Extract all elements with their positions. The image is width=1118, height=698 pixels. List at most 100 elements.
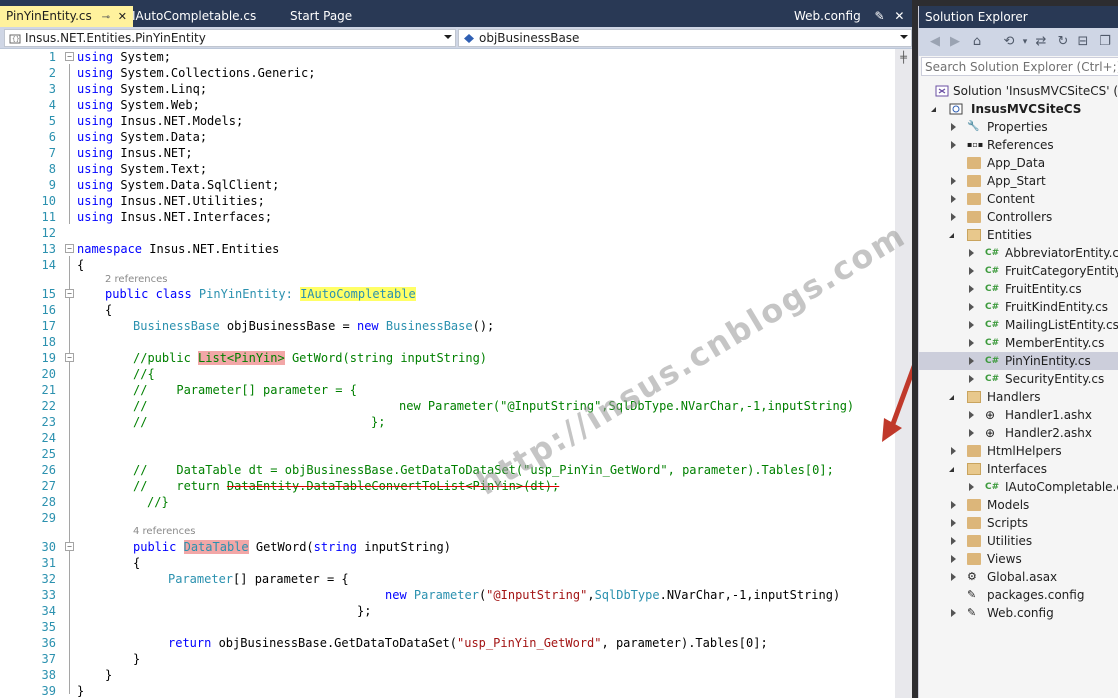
expand-arrow-icon[interactable]: [969, 303, 974, 311]
tree-item[interactable]: C# IAutoCompletable.cs: [919, 478, 1118, 496]
tree-item[interactable]: C# MemberEntity.cs: [919, 334, 1118, 352]
tree-item-label: App_Start: [987, 174, 1046, 188]
folder-icon: [967, 175, 981, 187]
expand-arrow-icon[interactable]: [951, 519, 956, 527]
folder-icon: [967, 535, 981, 547]
back-icon[interactable]: ◀: [927, 34, 943, 50]
collapse-icon[interactable]: −: [65, 52, 74, 61]
tree-item[interactable]: ✎ packages.config: [919, 586, 1118, 604]
solution-explorer-toolbar: ◀ ▶ ⌂ ⟲ ▾ ⇄ ↻ ⊟ ❐: [919, 28, 1118, 56]
expand-arrow-icon[interactable]: [969, 321, 974, 329]
tab-start-page[interactable]: Start Page: [284, 6, 358, 27]
globe-icon: ⊕: [985, 426, 996, 440]
tree-item[interactable]: Utilities: [919, 532, 1118, 550]
expand-arrow-icon[interactable]: [951, 573, 956, 581]
history-icon[interactable]: ⟲: [1001, 34, 1017, 50]
tree-item[interactable]: C# SecurityEntity.cs: [919, 370, 1118, 388]
collapse-icon[interactable]: −: [65, 542, 74, 551]
expand-arrow-icon[interactable]: [951, 195, 956, 203]
collapse-icon[interactable]: −: [65, 289, 74, 298]
project-node[interactable]: InsusMVCSiteCS: [919, 100, 1118, 118]
tab-web-config[interactable]: Web.config ✎ ✕ ▾: [788, 6, 926, 27]
tree-item[interactable]: App_Data: [919, 154, 1118, 172]
expand-arrow-icon[interactable]: [969, 285, 974, 293]
tree-item[interactable]: C# PinYinEntity.cs: [919, 352, 1118, 370]
tree-item[interactable]: Entities: [919, 226, 1118, 244]
show-all-files-icon[interactable]: ❐: [1097, 34, 1113, 50]
pin-icon[interactable]: ⊸: [102, 12, 110, 23]
tree-item[interactable]: App_Start: [919, 172, 1118, 190]
line-number: 31: [41, 556, 56, 570]
type-dropdown[interactable]: {} Insus.NET.Entities.PinYinEntity: [4, 29, 456, 47]
tab-iautocompletable[interactable]: IAutoCompletable.cs: [126, 6, 262, 27]
split-window-icon[interactable]: ╪: [897, 51, 910, 65]
expand-arrow-icon[interactable]: [951, 501, 956, 509]
tree-item[interactable]: C# MailingListEntity.cs: [919, 316, 1118, 334]
expand-arrow-icon[interactable]: [969, 429, 974, 437]
expand-arrow-icon[interactable]: [969, 267, 974, 275]
pin-icon[interactable]: ✎: [875, 9, 885, 23]
expand-arrow-icon[interactable]: [949, 233, 954, 238]
expand-arrow-icon[interactable]: [951, 537, 956, 545]
chevron-down-icon[interactable]: ▾: [1017, 34, 1033, 50]
collapse-all-icon[interactable]: ⊟: [1075, 34, 1091, 50]
expand-arrow-icon[interactable]: [949, 467, 954, 472]
line-number: 29: [41, 511, 56, 525]
tree-item-label: Handler2.ashx: [1005, 426, 1093, 440]
tree-item[interactable]: 🔧 Properties: [919, 118, 1118, 136]
expand-arrow-icon[interactable]: [951, 123, 956, 131]
tree-item[interactable]: Scripts: [919, 514, 1118, 532]
collapse-icon[interactable]: −: [65, 244, 74, 253]
folder-icon: [967, 553, 981, 565]
codelens-references[interactable]: 4 references: [133, 526, 196, 537]
expand-arrow-icon[interactable]: [931, 107, 936, 112]
line-number: 27: [41, 479, 56, 493]
tree-item-label: FruitEntity.cs: [1005, 282, 1082, 296]
expand-arrow-icon[interactable]: [951, 609, 956, 617]
expand-arrow-icon[interactable]: [949, 395, 954, 400]
refresh-icon[interactable]: ↻: [1055, 34, 1071, 50]
tree-item[interactable]: ✎ Web.config: [919, 604, 1118, 622]
expand-arrow-icon[interactable]: [969, 339, 974, 347]
tree-item[interactable]: Controllers: [919, 208, 1118, 226]
expand-arrow-icon[interactable]: [969, 483, 974, 491]
tree-item[interactable]: ⊕ Handler1.ashx: [919, 406, 1118, 424]
codelens-references[interactable]: 2 references: [105, 274, 168, 285]
code-view[interactable]: 1 2 3 4 5 6 7 8 9 10 11 12 13 14 15 16 17 18 19 20 21 22 23 24 2…: [0, 49, 895, 698]
tree-item[interactable]: C# FruitKindEntity.cs: [919, 298, 1118, 316]
expand-arrow-icon[interactable]: [951, 141, 956, 149]
forward-icon[interactable]: ▶: [947, 34, 963, 50]
expand-arrow-icon[interactable]: [951, 177, 956, 185]
tree-item[interactable]: HtmlHelpers: [919, 442, 1118, 460]
line-number: 23: [41, 415, 56, 429]
expand-arrow-icon[interactable]: [969, 249, 974, 257]
line-number: 34: [41, 604, 56, 618]
tree-item[interactable]: Views: [919, 550, 1118, 568]
tree-item[interactable]: C# FruitCategoryEntity.cs: [919, 262, 1118, 280]
tree-item[interactable]: C# AbbreviatorEntity.cs: [919, 244, 1118, 262]
chevron-down-icon: [900, 35, 908, 39]
collapse-icon[interactable]: −: [65, 353, 74, 362]
expand-arrow-icon[interactable]: [951, 213, 956, 221]
member-dropdown[interactable]: objBusinessBase: [458, 29, 912, 47]
close-icon[interactable]: ✕: [894, 9, 904, 23]
expand-arrow-icon[interactable]: [969, 357, 974, 365]
search-input[interactable]: Search Solution Explorer (Ctrl+;): [921, 57, 1118, 76]
tree-item[interactable]: ▪▫▪ References: [919, 136, 1118, 154]
expand-arrow-icon[interactable]: [951, 447, 956, 455]
tree-item[interactable]: Interfaces: [919, 460, 1118, 478]
sync-icon[interactable]: ⇄: [1033, 34, 1049, 50]
tree-item[interactable]: C# FruitEntity.cs: [919, 280, 1118, 298]
expand-arrow-icon[interactable]: [951, 555, 956, 563]
tree-item[interactable]: Models: [919, 496, 1118, 514]
solution-node[interactable]: Solution 'InsusMVCSiteCS' (1 pr: [919, 82, 1118, 100]
tree-item[interactable]: Content: [919, 190, 1118, 208]
tree-item[interactable]: ⚙ Global.asax: [919, 568, 1118, 586]
expand-arrow-icon[interactable]: [969, 411, 974, 419]
tree-item[interactable]: Handlers: [919, 388, 1118, 406]
tree-item[interactable]: ⊕ Handler2.ashx: [919, 424, 1118, 442]
tab-pinyinentity[interactable]: PinYinEntity.cs ⊸ ✕: [0, 6, 134, 27]
expand-arrow-icon[interactable]: [969, 375, 974, 383]
line-number: 39: [41, 684, 56, 698]
home-icon[interactable]: ⌂: [969, 34, 985, 50]
